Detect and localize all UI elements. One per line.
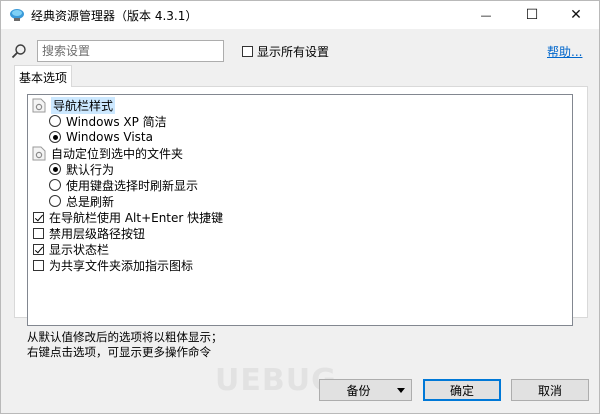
tree-checkbox-disable-breadcrumb[interactable]: 禁用层级路径按钮 [33,225,145,241]
tree-checkbox-alt-enter[interactable]: 在导航栏使用 Alt+Enter 快捷键 [33,209,223,225]
tree-radio-xp-simple[interactable]: Windows XP 简洁 [49,113,167,129]
tree-checkbox-share-overlay[interactable]: 为共享文件夹添加指示图标 [33,257,193,273]
tree-group-label: 导航栏样式 [51,96,116,114]
backup-button-label: 备份 [346,383,371,398]
tree-radio-vista[interactable]: Windows Vista [49,129,153,145]
search-icon [11,44,26,59]
ok-button-label: 确定 [449,383,474,398]
show-all-settings-checkbox[interactable]: 显示所有设置 [242,43,329,60]
tree-option-label: 默认行为 [66,162,115,177]
tree-checkbox-status-bar[interactable]: 显示状态栏 [33,241,109,257]
settings-page-icon [32,146,46,160]
tree-radio-keyboard-refresh[interactable]: 使用键盘选择时刷新显示 [49,177,198,193]
settings-page-icon [32,98,46,112]
search-input[interactable] [37,40,224,62]
tab-basic-options[interactable]: 基本选项 [14,65,72,87]
tree-group-nav-style[interactable]: 导航栏样式 [32,96,116,114]
radio-button[interactable] [49,179,61,191]
radio-button[interactable] [49,131,61,143]
tree-option-label: Windows Vista [66,130,153,144]
tree-radio-default[interactable]: 默认行为 [49,161,114,177]
tree-option-label: 禁用层级路径按钮 [49,226,146,241]
tree-option-label: 使用键盘选择时刷新显示 [66,178,199,193]
maximize-icon: ☐ [525,7,539,23]
close-icon: ✕ [570,7,582,23]
tree-group-auto-navigate[interactable]: 自动定位到选中的文件夹 [32,145,183,161]
help-link[interactable]: 帮助... [547,43,582,60]
app-icon [10,9,24,21]
backup-button[interactable]: 备份 [319,379,412,401]
ok-button[interactable]: 确定 [423,379,501,401]
radio-button[interactable] [49,115,61,127]
show-all-label: 显示所有设置 [257,45,330,59]
description-text: 从默认值修改后的选项将以粗体显示； 右键点击选项，可显示更多操作命令 [27,330,223,360]
settings-tree[interactable]: 导航栏样式 Windows XP 简洁 Windows Vista 自动定位到选… [27,94,573,326]
tree-radio-always-refresh[interactable]: 总是刷新 [49,193,114,209]
description-line-1: 从默认值修改后的选项将以粗体显示； [27,330,223,344]
tree-group-label: 自动定位到选中的文件夹 [51,146,184,161]
show-all-checkbox-box[interactable] [242,46,253,57]
minimize-button[interactable]: — [463,1,509,29]
cancel-button[interactable]: 取消 [511,379,589,401]
radio-button[interactable] [49,163,61,175]
tree-option-label: 显示状态栏 [49,242,110,257]
checkbox[interactable] [33,243,44,255]
settings-window: 经典资源管理器（版本 4.3.1） — ☐ ✕ 显示所有设置 帮助... 基本选… [0,0,600,414]
radio-button[interactable] [49,195,61,207]
close-button[interactable]: ✕ [553,1,599,29]
checkbox[interactable] [33,259,44,271]
tree-option-label: Windows XP 简洁 [66,114,167,129]
cancel-button-label: 取消 [537,383,562,398]
checkbox[interactable] [33,211,44,223]
description-line-2: 右键点击选项，可显示更多操作命令 [27,345,211,359]
minimize-icon: — [480,8,492,22]
tree-option-label: 在导航栏使用 Alt+Enter 快捷键 [49,210,224,225]
window-title: 经典资源管理器（版本 4.3.1） [31,9,198,23]
checkbox[interactable] [33,227,44,239]
title-bar[interactable]: 经典资源管理器（版本 4.3.1） — ☐ ✕ [1,1,599,29]
chevron-down-icon[interactable] [397,388,405,393]
maximize-button[interactable]: ☐ [509,1,555,29]
tree-option-label: 总是刷新 [66,194,115,209]
tree-option-label: 为共享文件夹添加指示图标 [49,258,194,273]
